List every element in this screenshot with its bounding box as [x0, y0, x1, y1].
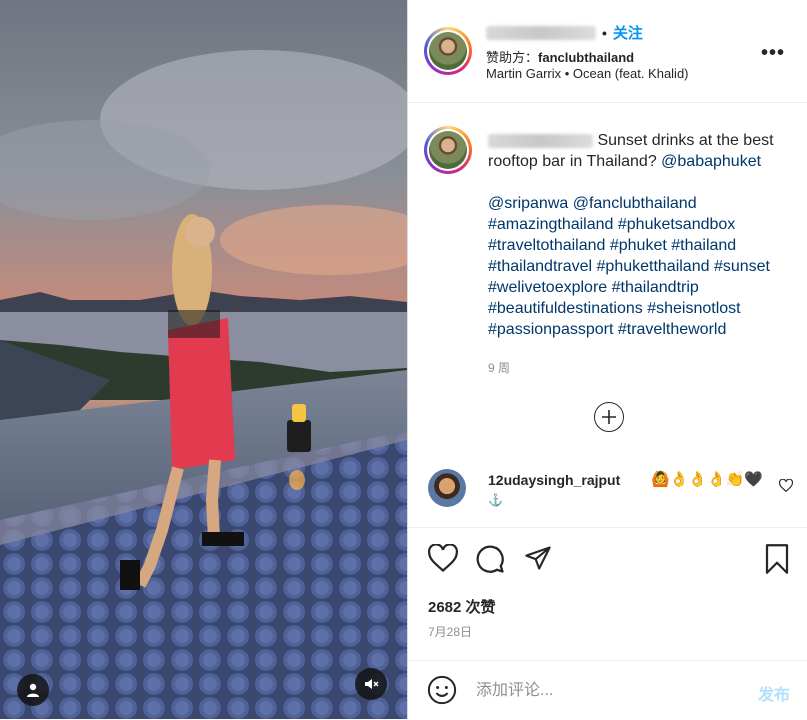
commenter-username[interactable]: 12udaysingh_rajput — [488, 472, 620, 488]
bookmark-icon[interactable] — [764, 544, 790, 574]
audio-track-link[interactable]: Martin Garrix • Ocean (feat. Khalid) — [486, 66, 689, 81]
comments-divider — [408, 527, 807, 528]
post-date[interactable]: 7月28日 — [428, 623, 472, 640]
more-options-button[interactable]: ••• — [761, 42, 785, 65]
mention-link[interactable]: @babaphuket — [661, 153, 761, 170]
post-detail-panel: • 关注 赞助方：fanclubthailand Martin Garrix •… — [407, 0, 807, 719]
action-bar — [408, 543, 807, 575]
mute-toggle-button[interactable] — [355, 668, 387, 700]
person-icon — [27, 683, 39, 697]
hashtag-list[interactable]: @sripanwa @fanclubthailand #amazingthail… — [488, 193, 798, 340]
heart-icon[interactable] — [428, 544, 458, 572]
comment-icon[interactable] — [475, 544, 505, 574]
caption-author-avatar[interactable] — [424, 126, 472, 174]
post-timestamp[interactable]: 9 周 — [488, 359, 510, 376]
separator-dot: • — [602, 24, 607, 41]
sponsor-link[interactable]: fanclubthailand — [538, 50, 634, 65]
author-avatar[interactable] — [424, 27, 472, 75]
post-media-video[interactable] — [0, 0, 407, 719]
post-comment-button[interactable]: 发布 — [758, 681, 790, 705]
author-header: • 关注 — [486, 22, 643, 43]
sponsor-prefix: 赞助方： — [486, 50, 539, 65]
post-caption: Sunset drinks at the best rooftop bar in… — [488, 130, 798, 340]
sunset-rooftop-scene — [0, 0, 407, 719]
header-divider — [408, 102, 807, 103]
like-count[interactable]: 2682 次赞 — [428, 596, 496, 617]
heart-icon — [778, 478, 794, 493]
caption-username-redacted[interactable] — [488, 133, 593, 148]
smiley-icon[interactable] — [427, 675, 457, 705]
comment-input[interactable] — [474, 681, 738, 701]
speaker-muted-icon — [365, 679, 379, 689]
comment-like-button[interactable] — [778, 478, 794, 497]
comment-composer: 发布 — [408, 660, 807, 720]
follow-button[interactable]: 关注 — [613, 22, 643, 43]
author-username-redacted[interactable] — [486, 25, 596, 40]
sponsor-line: 赞助方：fanclubthailand — [486, 47, 634, 66]
comment-text: 🙆👌👌👌👏🖤 — [651, 471, 764, 488]
share-icon[interactable] — [523, 544, 553, 572]
comment-text-line2: ⚓ — [488, 493, 503, 507]
load-more-comments-button[interactable] — [594, 402, 624, 432]
commenter-avatar[interactable] — [428, 469, 466, 507]
tagged-users-button[interactable] — [17, 674, 49, 706]
plus-icon — [602, 410, 616, 424]
